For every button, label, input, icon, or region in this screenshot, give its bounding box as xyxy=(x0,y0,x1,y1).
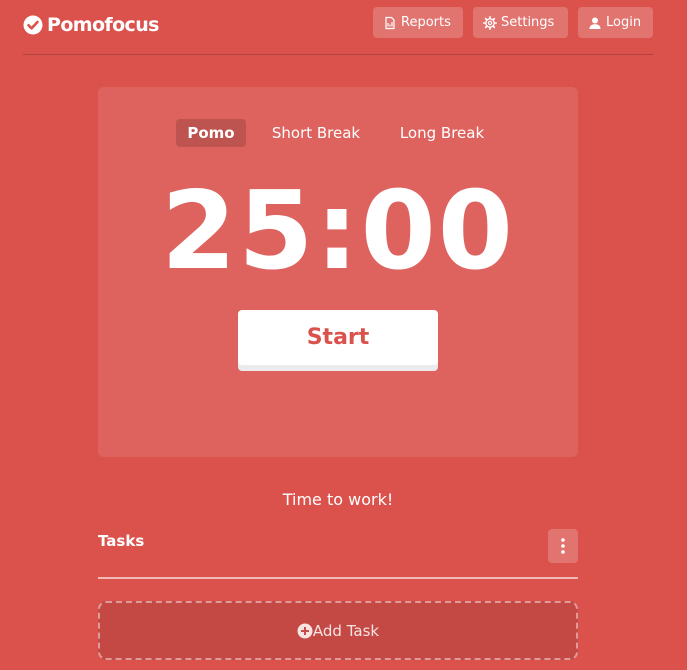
status-message: Time to work! xyxy=(282,490,394,509)
mode-tabs: Pomo Short Break Long Break xyxy=(98,119,578,147)
login-button[interactable]: Login xyxy=(578,7,653,38)
tab-pomo[interactable]: Pomo xyxy=(176,119,246,147)
tasks-title: Tasks xyxy=(98,532,145,550)
tasks-menu-button[interactable] xyxy=(548,529,578,563)
report-icon xyxy=(385,16,395,29)
check-circle-icon xyxy=(23,15,43,35)
brand-name: Pomofocus xyxy=(47,14,159,36)
vertical-dots-icon xyxy=(561,538,565,554)
tasks-header: Tasks xyxy=(98,529,578,579)
add-task-label: Add Task xyxy=(312,621,380,640)
start-button[interactable]: Start xyxy=(238,310,438,365)
timer-card: Pomo Short Break Long Break 25:00 Start xyxy=(98,87,578,457)
settings-label: Settings xyxy=(501,15,555,30)
reports-label: Reports xyxy=(401,15,451,30)
tab-long-break[interactable]: Long Break xyxy=(390,119,494,147)
timer-display: 25:00 xyxy=(161,169,515,294)
add-task-button[interactable]: Add Task xyxy=(98,601,578,660)
login-label: Login xyxy=(606,15,642,30)
gear-icon xyxy=(483,15,497,30)
plus-circle-icon xyxy=(297,623,313,638)
user-icon xyxy=(589,17,601,29)
settings-button[interactable]: Settings xyxy=(473,7,568,38)
top-header: Pomofocus Reports Settings Login xyxy=(23,0,653,55)
reports-button[interactable]: Reports xyxy=(373,7,463,38)
tab-short-break[interactable]: Short Break xyxy=(263,119,369,147)
brand-logo[interactable]: Pomofocus xyxy=(23,13,159,37)
header-nav: Reports Settings Login xyxy=(373,7,653,38)
